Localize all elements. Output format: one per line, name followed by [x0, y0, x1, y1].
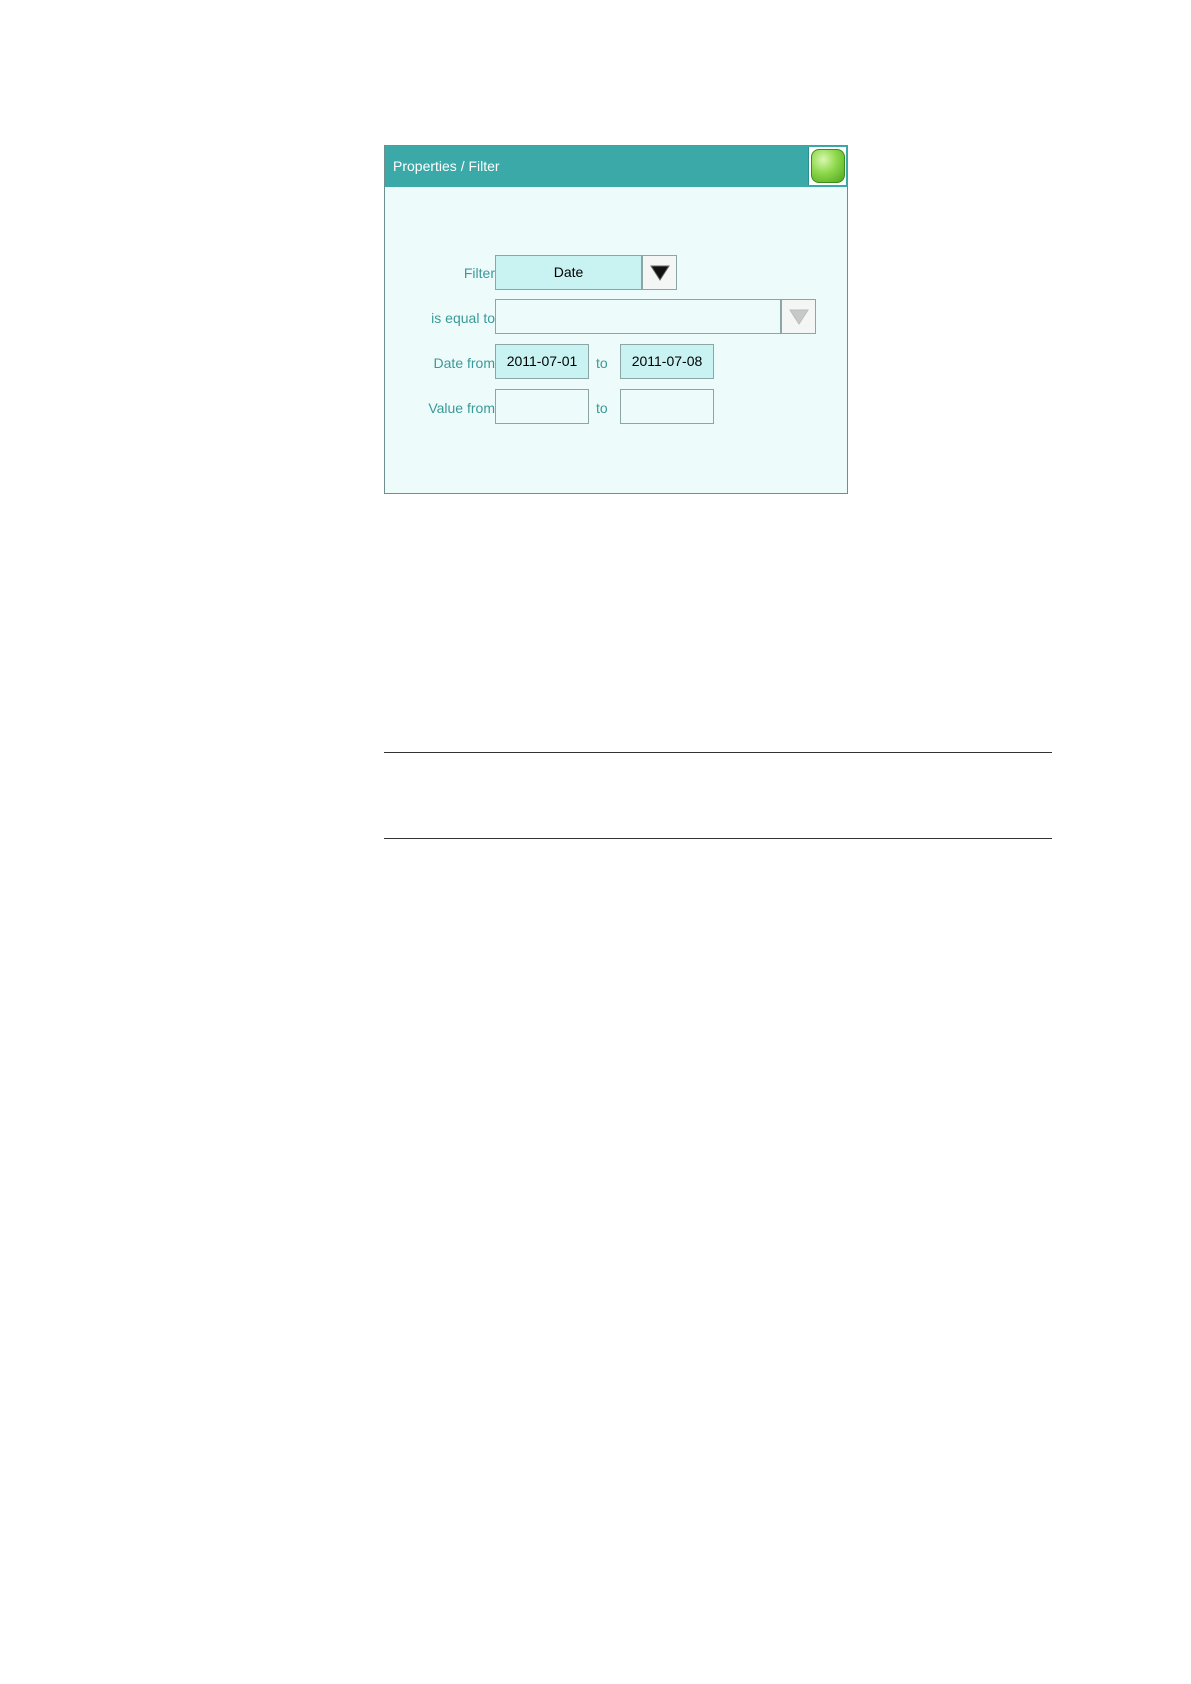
- value-from-label: Value from: [428, 400, 495, 416]
- is-equal-to-dropdown-button[interactable]: [781, 299, 816, 334]
- horizontal-divider-bottom: [384, 838, 1052, 839]
- green-home-icon: [811, 149, 845, 183]
- date-to-label: to: [596, 355, 608, 371]
- date-to-field[interactable]: 2011-07-08: [620, 344, 714, 379]
- value-to-label: to: [596, 400, 608, 416]
- date-from-label: Date from: [433, 355, 495, 371]
- title-bar: Properties / Filter: [385, 146, 847, 187]
- is-equal-to-label: is equal to: [431, 310, 495, 326]
- home-button[interactable]: [808, 147, 846, 185]
- triangle-down-icon-disabled: [789, 309, 809, 325]
- filter-dropdown-button[interactable]: [642, 255, 677, 290]
- value-from-field[interactable]: [495, 389, 589, 424]
- filter-select[interactable]: Date: [495, 255, 642, 290]
- properties-filter-dialog: Properties / Filter Filter Date is equal…: [384, 145, 848, 494]
- dialog-title: Properties / Filter: [393, 158, 500, 174]
- filter-label: Filter: [463, 265, 495, 281]
- value-to-field[interactable]: [620, 389, 714, 424]
- date-from-field[interactable]: 2011-07-01: [495, 344, 589, 379]
- horizontal-divider-top: [384, 752, 1052, 753]
- is-equal-to-field[interactable]: [495, 299, 781, 334]
- triangle-down-icon: [650, 265, 670, 281]
